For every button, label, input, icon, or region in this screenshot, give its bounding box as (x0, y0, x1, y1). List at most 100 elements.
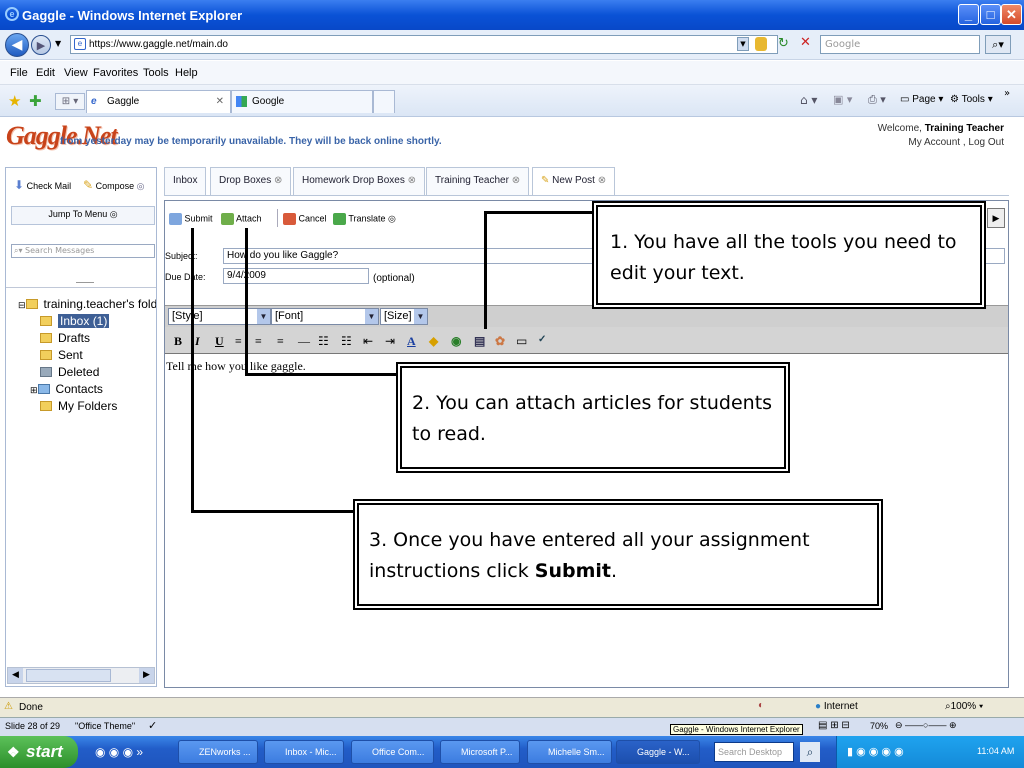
maximize-button[interactable]: □ (980, 4, 1001, 25)
menu-favorites[interactable]: Favorites (93, 67, 138, 79)
folder-deleted[interactable]: Deleted (40, 364, 99, 381)
numbered-list-icon[interactable]: ☷ (318, 334, 329, 349)
task-gaggle[interactable]: Gaggle - W... (616, 740, 700, 764)
align-left-icon[interactable]: ≡ (235, 334, 242, 349)
view-buttons-icon[interactable]: ▤ ⊞ ⊟ (818, 720, 850, 731)
tab-training-teacher[interactable]: Training Teacher ⊗ (426, 167, 530, 195)
font-select[interactable]: [Font] ▼ (271, 308, 379, 325)
zoom-level[interactable]: ⌕100% ▾ (945, 701, 983, 712)
folder-root[interactable]: ⊟ training.teacher's fold (18, 296, 156, 314)
scroll-right-icon[interactable]: ▶ (139, 668, 154, 683)
minimize-button[interactable]: _ (958, 4, 979, 25)
search-icon[interactable]: ⌕▾ (985, 35, 1011, 54)
address-dropdown-icon[interactable]: ▼ (737, 37, 749, 51)
forward-button[interactable]: ▶ (31, 35, 51, 55)
attach-button[interactable]: Attach (221, 213, 262, 225)
start-button[interactable]: ❖ start (0, 736, 78, 768)
horizontal-scrollbar[interactable]: ◀ ▶ (7, 667, 155, 684)
scroll-thumb[interactable] (26, 669, 111, 682)
insert-link-icon[interactable]: ▤ (474, 334, 485, 349)
browser-tab-gaggle[interactable]: e Gaggle ✕ (86, 90, 231, 113)
menu-view[interactable]: View (64, 67, 88, 79)
tab-close-icon[interactable]: ⊗ (408, 175, 416, 186)
back-button[interactable]: ◀ (5, 33, 29, 57)
tab-drop-boxes[interactable]: Drop Boxes ⊗ (210, 167, 292, 195)
tools-menu[interactable]: ⚙ Tools ▾ (950, 94, 993, 105)
smiley-icon[interactable]: ✿ (495, 334, 505, 349)
outdent-icon[interactable]: ⇤ (363, 334, 373, 349)
menu-tools[interactable]: Tools (143, 67, 169, 79)
close-button[interactable]: ✕ (1001, 4, 1022, 25)
tab-new-post[interactable]: ✎ New Post ⊗ (532, 167, 616, 195)
task-inbox[interactable]: Inbox - Mic... (264, 740, 344, 764)
page-menu[interactable]: ▭ Page ▾ (900, 94, 943, 105)
zoom-slider[interactable]: ⊖ ——○—— ⊕ (895, 720, 957, 731)
search-messages-input[interactable]: ⌕▾ Search Messages (11, 244, 155, 258)
address-bar[interactable]: e https://www.gaggle.net/main.do (70, 35, 778, 54)
refresh-icon[interactable]: ↻ (778, 36, 789, 51)
chevron-more-icon[interactable]: » (1004, 88, 1010, 99)
folder-my-folders[interactable]: My Folders (40, 398, 117, 415)
folder-sent[interactable]: Sent (40, 347, 83, 364)
editor-body[interactable]: Tell me how you like gaggle. (166, 359, 306, 374)
splitter-handle[interactable] (76, 282, 94, 283)
task-microsoft-p[interactable]: Microsoft P... (440, 740, 520, 764)
folder-drafts[interactable]: Drafts (40, 330, 90, 347)
menu-edit[interactable]: Edit (36, 67, 55, 79)
tab-close-icon[interactable]: ⊗ (598, 175, 606, 186)
spellcheck-icon[interactable]: ✓ (538, 334, 546, 345)
tab-homework-drop-boxes[interactable]: Homework Drop Boxes ⊗ (293, 167, 425, 195)
tab-inbox[interactable]: Inbox (164, 167, 207, 195)
scroll-left-icon[interactable]: ◀ (8, 668, 23, 683)
tab-close-icon[interactable]: ✕ (216, 91, 224, 112)
jump-to-menu-button[interactable]: Jump To Menu ◎ (11, 206, 155, 225)
quick-launch-icons[interactable]: ◉ ◉ ◉ » (95, 745, 143, 759)
stop-icon[interactable]: ✕ (800, 35, 811, 50)
task-michelle[interactable]: Michelle Sm... (527, 740, 612, 764)
new-tab-button[interactable] (373, 90, 395, 113)
translate-button[interactable]: Translate ◎ (333, 213, 396, 225)
menu-file[interactable]: File (10, 67, 28, 79)
check-mail-button[interactable]: ⬇ Check Mail (14, 178, 71, 192)
bullet-list-icon[interactable]: ☷ (341, 334, 352, 349)
indent-icon[interactable]: ⇥ (385, 334, 395, 349)
search-icon[interactable]: ⌕ (800, 742, 820, 762)
collapse-icon[interactable]: ⊟ (18, 300, 26, 310)
feeds-icon[interactable]: ▣ ▾ (833, 93, 852, 106)
tab-close-icon[interactable]: ⊗ (512, 175, 520, 186)
print-icon[interactable]: ⎙ ▾ (868, 93, 886, 107)
task-office-com[interactable]: Office Com... (351, 740, 434, 764)
expand-icon[interactable]: ⊞ (30, 385, 38, 395)
account-links[interactable]: My Account , Log Out (878, 136, 1004, 150)
align-center-icon[interactable]: ≡ (255, 334, 262, 349)
toolbar-expand-icon[interactable]: ▶ (987, 208, 1005, 228)
tab-close-icon[interactable]: ⊗ (274, 175, 282, 186)
favorites-star-icon[interactable]: ★ (8, 92, 21, 110)
privacy-icon[interactable]: ◐ (758, 700, 764, 711)
lock-icon[interactable] (755, 37, 767, 51)
italic-icon[interactable]: I (195, 334, 200, 349)
add-favorite-icon[interactable]: ✚ (29, 92, 42, 110)
table-icon[interactable]: ▭ (516, 334, 527, 349)
spellcheck-status-icon[interactable]: ✓ (148, 719, 157, 732)
size-select[interactable]: [Size] ▼ (380, 308, 428, 325)
quick-tabs-icon[interactable]: ⊞ ▾ (55, 93, 85, 110)
underline-icon[interactable]: U (215, 334, 224, 349)
browser-tab-google[interactable]: Google (231, 90, 373, 113)
home-icon[interactable]: ⌂ ▾ (800, 93, 817, 107)
cancel-button[interactable]: Cancel (283, 213, 327, 225)
folder-contacts[interactable]: ⊞ Contacts (30, 381, 103, 399)
submit-button[interactable]: Submit (169, 213, 213, 225)
tray-icons[interactable]: ▮ ◉ ◉ ◉ ◉ (847, 745, 904, 758)
highlight-icon[interactable]: ◆ (429, 334, 438, 349)
compose-dropdown-icon[interactable]: ◎ (137, 181, 145, 191)
font-color-icon[interactable]: A (407, 334, 416, 349)
bold-icon[interactable]: B (174, 334, 182, 349)
desktop-search-input[interactable]: Search Desktop (714, 742, 794, 762)
style-select[interactable]: [Style] ▼ (168, 308, 271, 325)
compose-button[interactable]: ✎ Compose ◎ (83, 178, 144, 192)
align-right-icon[interactable]: ≡ (277, 334, 284, 349)
search-box[interactable]: Google (820, 35, 980, 54)
history-dropdown-icon[interactable]: ▼ (55, 39, 61, 48)
horizontal-rule-icon[interactable]: — (298, 334, 310, 349)
